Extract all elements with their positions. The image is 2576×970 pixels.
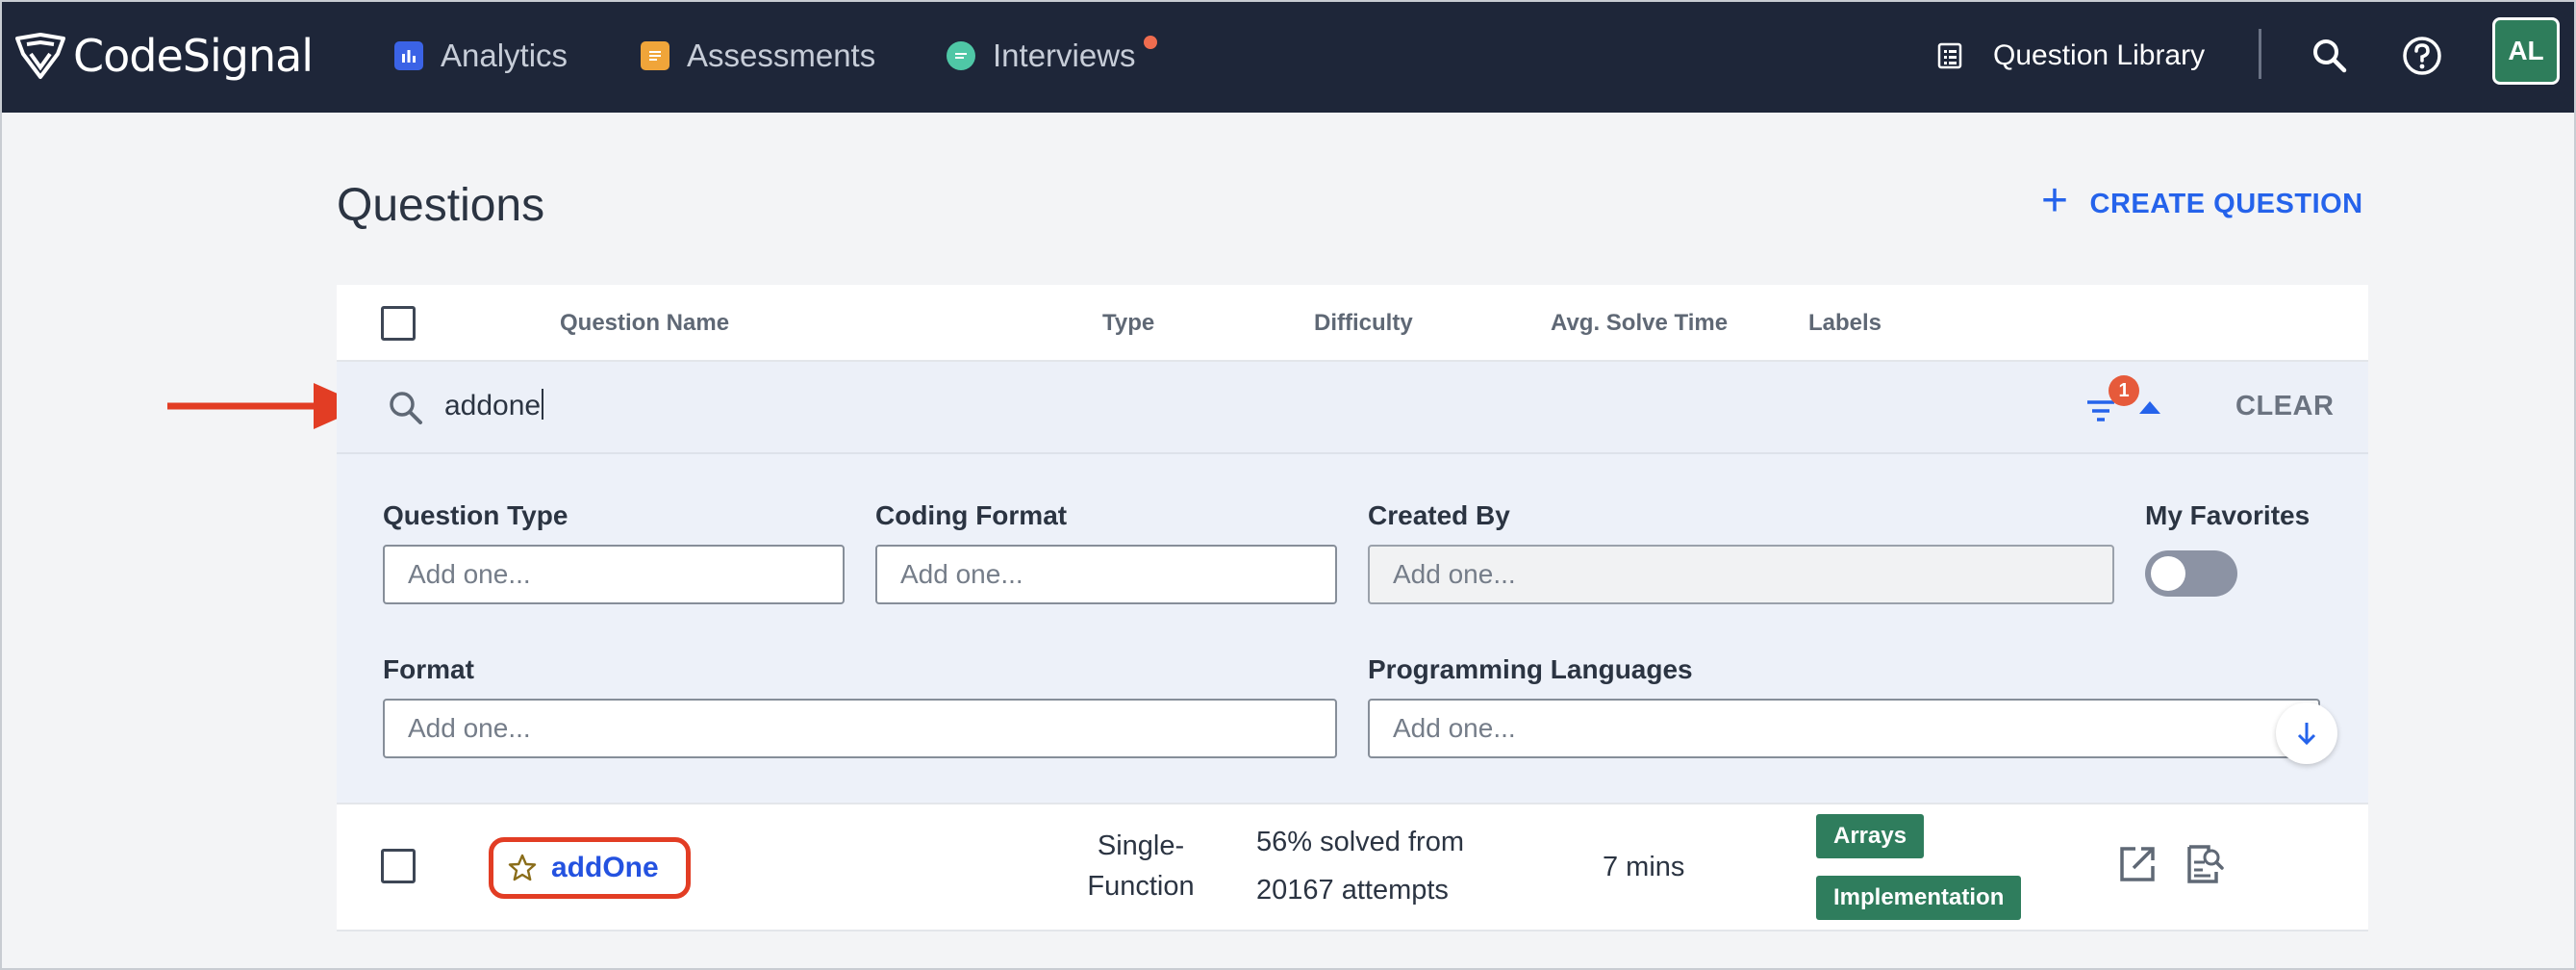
question-type-input[interactable]: Add one... (383, 545, 845, 604)
my-favorites-toggle[interactable] (2145, 550, 2237, 597)
preview-document-icon[interactable] (2184, 843, 2226, 885)
avg-solve-time-cell: 7 mins (1603, 852, 1685, 882)
brand-name: CodeSignal (73, 30, 314, 82)
difficulty-line2: 20167 attempts (1256, 875, 1449, 906)
open-external-icon[interactable] (2116, 843, 2159, 885)
star-icon[interactable] (507, 853, 538, 883)
search-button[interactable] (2303, 29, 2357, 83)
scroll-down-button[interactable] (2276, 702, 2337, 764)
header-avg-solve-time[interactable]: Avg. Solve Time (1551, 310, 1728, 337)
nav-assessments[interactable]: Assessments (641, 29, 875, 83)
filter-count-badge: 1 (2109, 375, 2139, 406)
nav-assessments-label: Assessments (687, 38, 876, 73)
question-type-label: Question Type (383, 500, 568, 530)
question-name-highlight: addOne (489, 837, 691, 899)
interviews-icon (947, 41, 975, 70)
coding-format-label: Coding Format (875, 500, 1068, 530)
create-question-label: CREATE QUESTION (2089, 188, 2363, 219)
help-button[interactable] (2395, 29, 2449, 83)
clear-button[interactable]: CLEAR (2235, 391, 2334, 422)
header-question-name[interactable]: Question Name (560, 310, 729, 337)
select-all-checkbox[interactable] (381, 306, 416, 341)
search-icon (390, 392, 422, 424)
question-type-line2: Function (1087, 871, 1195, 902)
my-favorites-label: My Favorites (2145, 500, 2311, 530)
nav-interviews-label: Interviews (993, 36, 1157, 74)
nav-divider (2259, 29, 2261, 79)
header-difficulty[interactable]: Difficulty (1314, 310, 1413, 337)
nav-interviews-text: Interviews (993, 38, 1136, 73)
plus-icon: + (2041, 175, 2069, 226)
arrow-down-icon (2297, 723, 2316, 746)
coding-format-input[interactable]: Add one... (875, 545, 1337, 604)
question-library-icon (1937, 42, 1962, 69)
question-type-cell: Single- Function (1073, 826, 1208, 906)
nav-interviews[interactable]: Interviews (947, 29, 1157, 83)
nav-analytics-label: Analytics (441, 38, 568, 73)
difficulty-cell: 56% solved from 20167 attempts (1256, 822, 1464, 910)
table-row[interactable]: addOne Single- Function 56% solved from … (337, 803, 2368, 932)
label-tag: Arrays (1816, 814, 1925, 858)
create-question-button[interactable]: + CREATE QUESTION (2041, 178, 2363, 225)
page-title: Questions (337, 180, 545, 231)
table-header: Question Name Type Difficulty Avg. Solve… (337, 285, 2368, 362)
question-name-link[interactable]: addOne (551, 852, 659, 884)
format-input[interactable]: Add one... (383, 699, 1337, 758)
filters-panel: Question Type Add one... Coding Format A… (337, 454, 2368, 803)
text-caret (542, 389, 544, 420)
nav-question-library[interactable]: Question Library (1935, 29, 2205, 83)
search-input[interactable]: addone (444, 389, 544, 422)
created-by-input[interactable]: Add one... (1368, 545, 2114, 604)
header-type[interactable]: Type (1102, 310, 1154, 337)
question-library-label: Question Library (1993, 39, 2206, 71)
row-checkbox[interactable] (381, 849, 416, 883)
analytics-icon (394, 41, 423, 70)
user-avatar[interactable]: AL (2492, 17, 2560, 85)
search-input-value: addone (444, 390, 542, 421)
question-type-line1: Single- (1097, 830, 1185, 861)
difficulty-line1: 56% solved from (1256, 827, 1464, 857)
assessments-icon (641, 41, 669, 70)
created-by-label: Created By (1368, 500, 1510, 530)
format-label: Format (383, 654, 474, 684)
codesignal-logo-icon (15, 33, 65, 79)
caret-up-icon[interactable] (2137, 398, 2162, 416)
programming-languages-label: Programming Languages (1368, 654, 1693, 684)
toggle-knob (2151, 556, 2185, 591)
questions-table: Question Name Type Difficulty Avg. Solve… (337, 285, 2368, 932)
notification-dot (1143, 36, 1157, 49)
programming-languages-input[interactable]: Add one... (1368, 699, 2320, 758)
help-icon (2403, 37, 2441, 75)
top-navigation: CodeSignal Analytics Assessments Intervi… (0, 0, 2576, 113)
codesignal-logo[interactable]: CodeSignal (13, 23, 314, 89)
search-bar: addone 1 CLEAR (337, 362, 2368, 454)
header-labels[interactable]: Labels (1808, 310, 1881, 337)
nav-analytics[interactable]: Analytics (394, 29, 568, 83)
search-icon (2313, 39, 2347, 73)
label-tag: Implementation (1816, 876, 2022, 920)
